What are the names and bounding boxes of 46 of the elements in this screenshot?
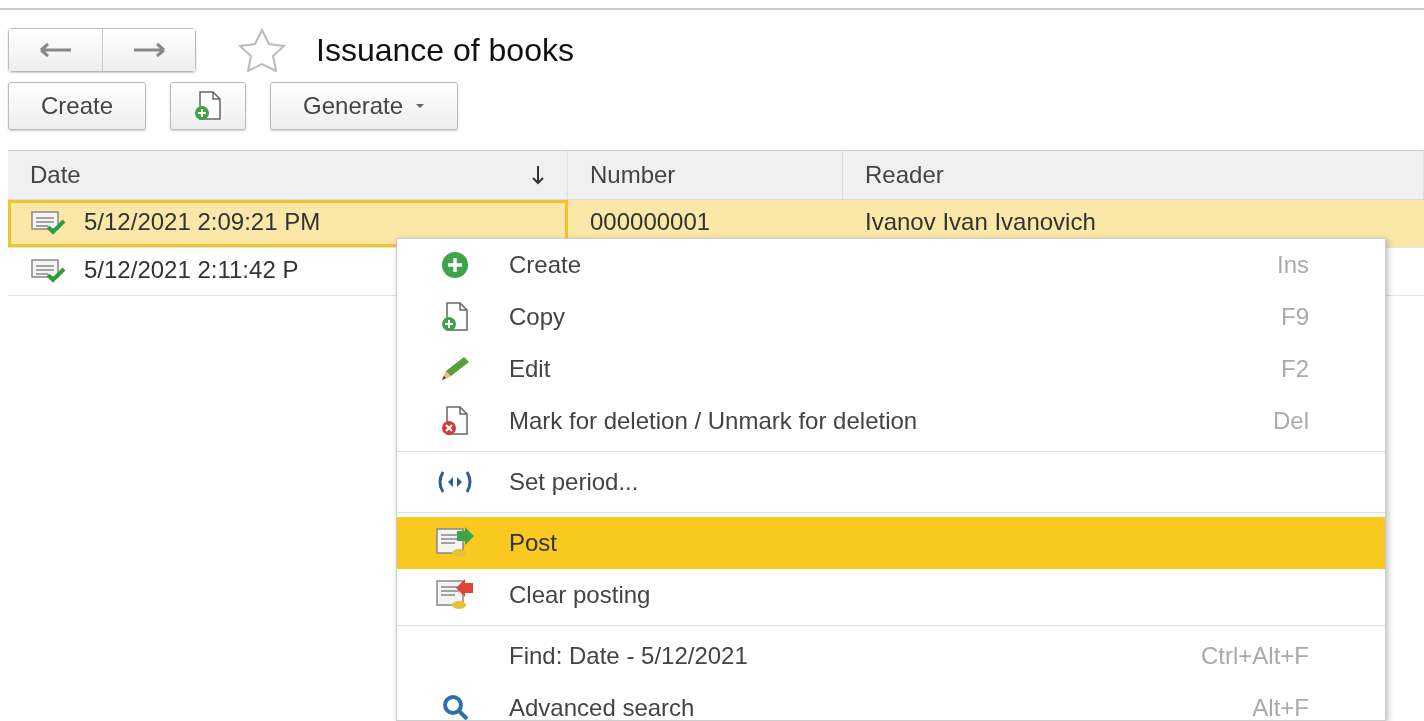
plus-circle-icon [440, 250, 470, 280]
shortcut-label: Del [1273, 406, 1309, 436]
create-button[interactable]: Create [8, 82, 147, 130]
menu-item[interactable]: Mark for deletion / Unmark for deletion Del [397, 395, 1385, 447]
menu-item-label: Post [509, 528, 558, 558]
forward-button[interactable] [102, 29, 195, 71]
copy-document-icon [440, 301, 470, 333]
delete-document-icon [440, 405, 470, 437]
menu-item[interactable]: Clear posting [397, 569, 1385, 621]
menu-item-label: Mark for deletion / Unmark for deletion [509, 406, 918, 436]
menu-item[interactable]: Copy F9 [397, 291, 1385, 343]
copy-document-icon [193, 90, 224, 122]
table-cell-text: 5/12/2021 2:11:42 P [84, 254, 299, 285]
shortcut-label: F9 [1281, 302, 1309, 332]
shortcut-label: Ctrl+Alt+F [1200, 641, 1309, 671]
caret-icon [415, 103, 426, 109]
table-cell-text: 000000001 [590, 206, 711, 237]
shortcut-label: F2 [1281, 354, 1309, 384]
menu-item[interactable]: Find: Date - 5/12/2021 Ctrl+Alt+F [397, 630, 1385, 682]
back-button[interactable] [9, 29, 102, 71]
menu-item[interactable]: Set period... [397, 456, 1385, 508]
menu-item-label: Find: Date - 5/12/2021 [509, 641, 748, 671]
menu-item-label: Set period... [509, 467, 639, 497]
table-cell-text: 5/12/2021 2:09:21 PM [84, 206, 321, 237]
menu-item[interactable]: Advanced search Alt+F [397, 682, 1385, 720]
column-header[interactable]: Number [568, 151, 843, 199]
shortcut-label: Ins [1277, 250, 1309, 280]
generate-button[interactable]: Generate [270, 82, 459, 130]
menu-item-label: Edit [509, 354, 551, 384]
menu-item-label: Create [509, 250, 582, 280]
unpost-document-icon [435, 579, 475, 611]
menu-item-label: Advanced search [509, 693, 695, 720]
forward-arrow-icon [132, 42, 166, 58]
table-cell-text: Ivanov Ivan Ivanovich [865, 206, 1096, 237]
page-title: Issuance of books [316, 31, 574, 70]
shortcut-label: Alt+F [1252, 693, 1309, 720]
column-header[interactable]: Date [8, 151, 568, 199]
post-document-icon [435, 527, 475, 559]
search-icon [440, 693, 470, 720]
menu-item[interactable]: Edit F2 [397, 343, 1385, 395]
back-arrow-icon [39, 42, 72, 58]
column-header[interactable]: Reader [843, 151, 1424, 199]
menu-item[interactable]: Post [397, 517, 1385, 569]
copy-button[interactable] [170, 82, 247, 130]
menu-item-label: Copy [509, 302, 566, 332]
menu-item-label: Clear posting [509, 580, 651, 610]
